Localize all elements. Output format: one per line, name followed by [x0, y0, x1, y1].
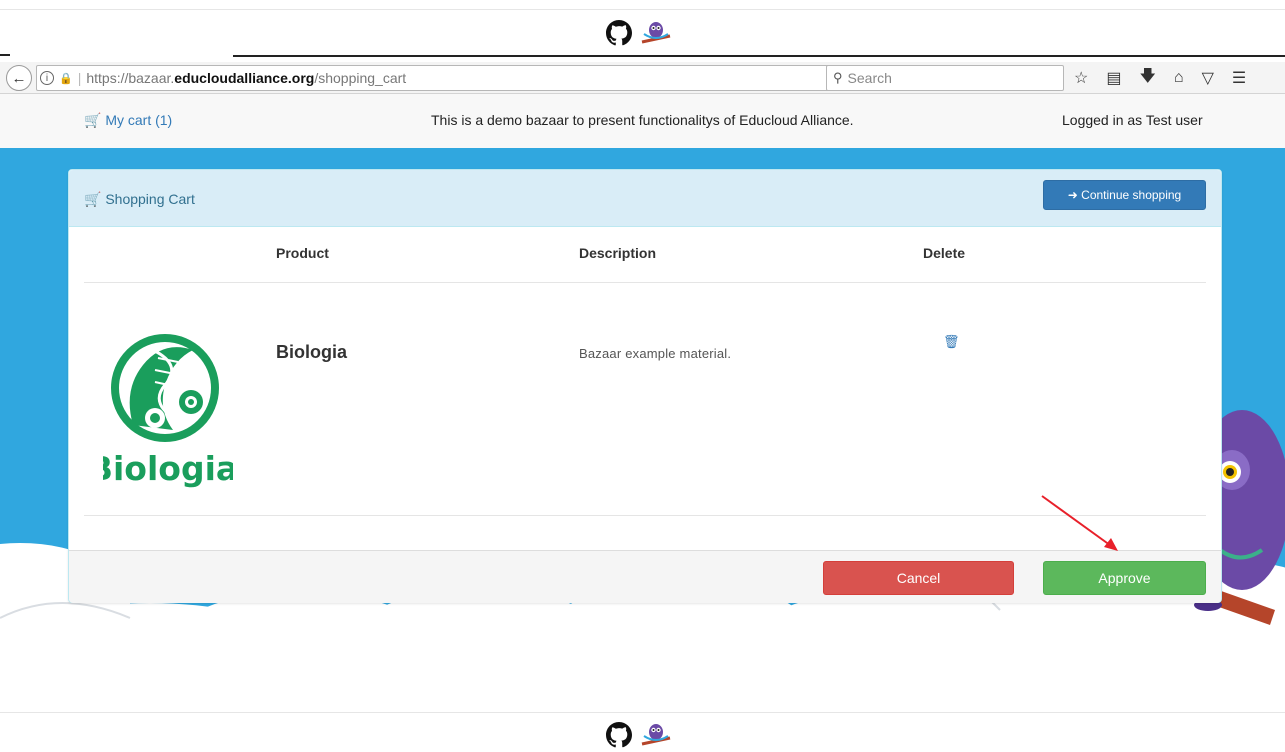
column-header-description: Description	[579, 245, 657, 261]
address-bar[interactable]: i 🔒 | https://bazaar. educloudalliance.or…	[36, 65, 897, 91]
share-arrow-icon: ➜	[1067, 188, 1082, 202]
search-placeholder: Search	[847, 70, 892, 86]
star-icon[interactable]: ☆	[1074, 68, 1088, 88]
back-button[interactable]: ←	[6, 65, 32, 91]
column-header-delete: Delete	[923, 245, 966, 261]
search-input[interactable]: ⚲ Search	[826, 65, 1064, 91]
github-icon[interactable]	[606, 722, 632, 751]
educloud-owl-icon[interactable]	[640, 20, 672, 49]
menu-icon[interactable]: ☰	[1232, 68, 1246, 88]
logged-in-status: Logged in as Test user	[1062, 112, 1203, 128]
continue-shopping-button[interactable]: ➜ Continue shopping	[1043, 180, 1206, 210]
panel-footer: Cancel Approve	[69, 550, 1221, 603]
product-description: Bazaar example material.	[579, 346, 732, 361]
url-domain: educloudalliance.org	[174, 70, 315, 86]
browser-toolbar: ← i 🔒 | https://bazaar. educloudalliance.…	[0, 62, 1285, 94]
continue-shopping-label: Continue shopping	[1081, 188, 1182, 202]
demo-notice: This is a demo bazaar to present functio…	[431, 112, 854, 128]
github-icon[interactable]	[606, 20, 632, 49]
search-icon: ⚲	[833, 70, 843, 85]
browser-tools: ☆ ▤ 🡇 ⌂ ▽ ☰	[1074, 62, 1246, 94]
my-cart-label: My cart (1)	[105, 112, 173, 128]
my-cart-link[interactable]: 🛒 My cart (1)	[84, 112, 172, 129]
approve-button[interactable]: Approve	[1043, 561, 1206, 595]
panel-header: 🛒 Shopping Cart ➜ Continue shopping	[69, 170, 1221, 227]
home-icon[interactable]: ⌂	[1174, 69, 1184, 87]
annotation-arrow-icon	[1041, 495, 1118, 551]
footer-logo-group	[606, 722, 672, 751]
biologia-logo-text: Biologia	[103, 449, 233, 488]
biologia-logo: Biologia	[103, 334, 233, 488]
divider	[233, 55, 1285, 57]
arrow-left-icon: ←	[11, 69, 27, 87]
panel-title: 🛒 Shopping Cart	[84, 191, 195, 208]
divider: |	[77, 70, 82, 86]
app-header: 🛒 My cart (1) This is a demo bazaar to p…	[0, 94, 1285, 148]
info-icon[interactable]: i	[40, 71, 54, 85]
cart-icon: 🛒	[84, 191, 102, 207]
url-prefix: https://bazaar.	[86, 70, 175, 86]
divider	[84, 282, 1206, 283]
product-name[interactable]: Biologia	[276, 342, 347, 363]
trash-icon[interactable]: 🗑	[943, 334, 960, 350]
logo-group	[606, 20, 672, 49]
divider	[0, 54, 10, 56]
column-header-product: Product	[276, 245, 329, 261]
top-logo-strip	[0, 0, 1285, 57]
url-path: /shopping_cart	[314, 70, 407, 86]
panel-title-label: Shopping Cart	[105, 191, 195, 207]
divider	[0, 712, 1285, 713]
reading-list-icon[interactable]: ▤	[1106, 68, 1121, 88]
cancel-button[interactable]: Cancel	[823, 561, 1014, 595]
pocket-icon[interactable]: ▽	[1202, 68, 1214, 88]
educloud-owl-icon[interactable]	[640, 722, 672, 751]
lock-icon[interactable]: 🔒	[59, 72, 73, 85]
download-icon[interactable]: 🡇	[1139, 65, 1155, 92]
divider	[0, 9, 1285, 10]
cart-icon: 🛒	[84, 112, 102, 128]
